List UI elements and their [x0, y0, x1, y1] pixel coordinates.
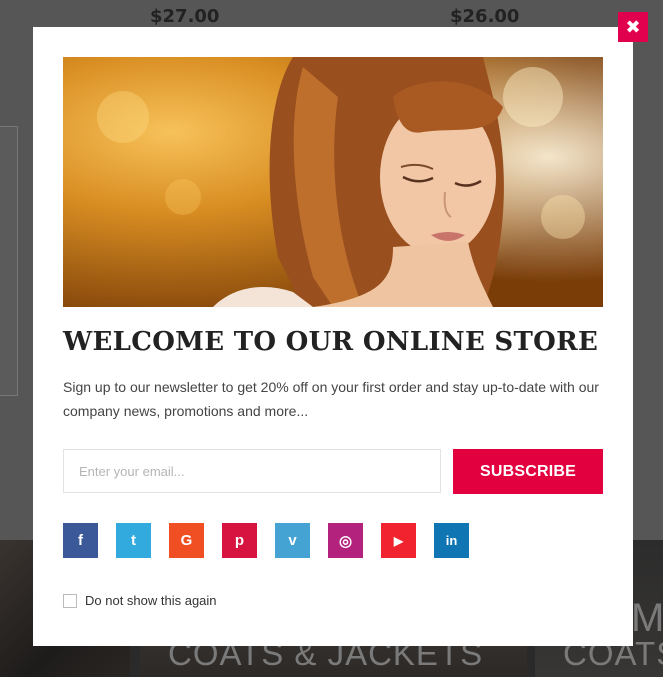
social-links: f t G p v ◎ ▶ in: [63, 523, 469, 559]
product-price: $26.00: [450, 6, 520, 27]
product-price: $27.00: [150, 6, 220, 27]
linkedin-icon[interactable]: in: [434, 523, 469, 558]
popup-title: WELCOME TO OUR ONLINE STORE: [63, 327, 599, 357]
pinterest-icon[interactable]: p: [222, 523, 257, 558]
do-not-show-label: Do not show this again: [85, 593, 217, 608]
popup-description: Sign up to our newsletter to get 20% off…: [63, 379, 599, 419]
email-field[interactable]: [63, 449, 441, 493]
product-card: [0, 126, 18, 396]
youtube-icon[interactable]: ▶: [381, 523, 416, 558]
hero-image: [63, 57, 603, 307]
instagram-icon[interactable]: ◎: [328, 523, 363, 558]
facebook-icon[interactable]: f: [63, 523, 98, 558]
vimeo-icon[interactable]: v: [275, 523, 310, 558]
twitter-icon[interactable]: t: [116, 523, 151, 558]
google-icon[interactable]: G: [169, 523, 204, 558]
newsletter-popup: WELCOME TO OUR ONLINE STORE Sign up to o…: [33, 27, 633, 646]
close-button[interactable]: ✖: [618, 12, 648, 42]
subscribe-button[interactable]: SUBSCRIBE: [453, 449, 603, 494]
do-not-show-checkbox[interactable]: [63, 593, 77, 608]
do-not-show-option[interactable]: Do not show this again: [63, 593, 217, 608]
close-icon: ✖: [625, 16, 641, 38]
